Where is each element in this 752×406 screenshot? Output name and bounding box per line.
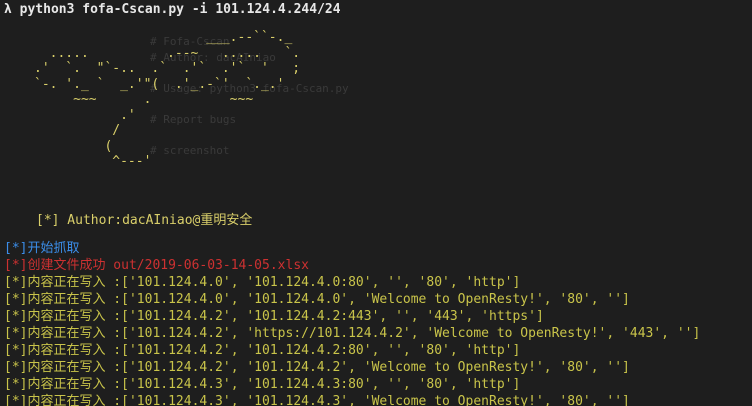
ascii-art-line: ..... .--~ ..... `. — [34, 45, 301, 61]
terminal-window[interactable]: λ python3 fofa-Cscan.py -i 101.124.4.244… — [0, 0, 752, 406]
ascii-art-logo: ___.--``-._ ..... .--~ ..... `. .' `. "`-… — [34, 30, 300, 170]
output-log: [*]开始抓取 [*]创建文件成功 out/2019-06-03-14-05.xl… — [4, 240, 752, 406]
ascii-art-line: ^---' — [34, 154, 152, 169]
log-line: [*]内容正在写入 :['101.124.4.2', '101.124.4.2'… — [4, 360, 630, 375]
log-line: [*]内容正在写入 :['101.124.4.2', 'https://101.… — [4, 326, 701, 341]
log-line: [*]内容正在写入 :['101.124.4.3', '101.124.4.3:… — [4, 377, 521, 392]
log-line: [*]内容正在写入 :['101.124.4.0', '101.124.4.0'… — [4, 292, 630, 307]
log-line: [*]创建文件成功 out/2019-06-03-14-05.xlsx — [4, 258, 309, 273]
ascii-art-line: ___.--``-._ — [34, 30, 293, 45]
ascii-art-line: .' — [34, 107, 136, 123]
ascii-art-line: ( — [34, 138, 113, 154]
log-line: [*]内容正在写入 :['101.124.4.3', '101.124.4.3'… — [4, 394, 630, 406]
ascii-art-line: `-. '._ ` _.'"( .'_.-`' `._.' — [34, 76, 285, 92]
log-line: [*]内容正在写入 :['101.124.4.2', '101.124.4.2:… — [4, 309, 544, 324]
command-line: λ python3 fofa-Cscan.py -i 101.124.4.244… — [4, 2, 341, 17]
log-line: [*]内容正在写入 :['101.124.4.2', '101.124.4.2:… — [4, 343, 521, 358]
author-line: [*] Author:dacAIniao@重明安全 — [36, 213, 253, 228]
ascii-art-line: / — [34, 123, 121, 138]
log-line: [*]开始抓取 — [4, 241, 80, 256]
ascii-art-line: ~~~ . ~~~ — [34, 92, 254, 107]
ascii-art-line: .' `. "`-.. .` .'` .'` ' ; — [34, 61, 301, 76]
log-line: [*]内容正在写入 :['101.124.4.0', '101.124.4.0:… — [4, 275, 521, 290]
